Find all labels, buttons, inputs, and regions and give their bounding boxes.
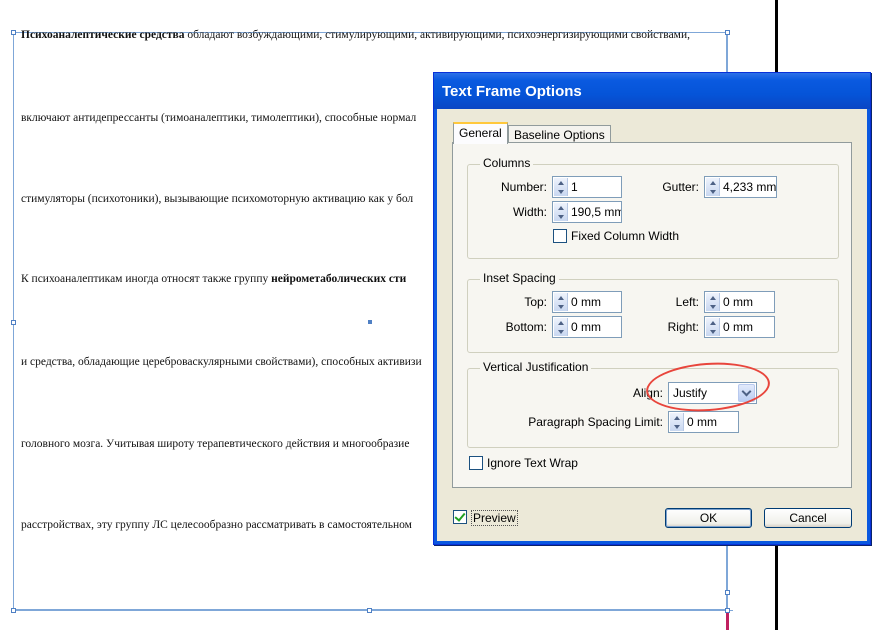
dialog-frame-right	[867, 109, 870, 544]
inset-top-label: Top:	[524, 295, 547, 309]
cancel-button[interactable]: Cancel	[764, 508, 852, 528]
gutter-value: 4,233 mm	[723, 180, 776, 194]
inset-bottom-arrows-icon[interactable]	[554, 318, 568, 336]
inset-bottom-value: 0 mm	[571, 320, 601, 334]
number-stepper-arrows-icon[interactable]	[554, 178, 568, 196]
inset-right-arrows-icon[interactable]	[706, 318, 720, 336]
width-stepper[interactable]: 190,5 mm	[552, 201, 622, 223]
fixed-column-width-checkbox[interactable]	[553, 229, 567, 243]
inset-right-label: Right:	[667, 320, 699, 334]
dialog-frame-bottom	[434, 541, 870, 544]
margin-marker	[726, 612, 729, 630]
dialog-title: Text Frame Options	[442, 83, 582, 100]
width-stepper-arrows-icon[interactable]	[554, 203, 568, 221]
inset-top-value: 0 mm	[571, 295, 601, 309]
inset-spacing-group-title: Inset Spacing	[480, 271, 559, 285]
ignore-text-wrap-checkbox[interactable]	[469, 456, 483, 470]
frame-handle-bm[interactable]	[367, 608, 372, 613]
ignore-text-wrap-label[interactable]: Ignore Text Wrap	[487, 456, 578, 470]
inset-left-value: 0 mm	[723, 295, 753, 309]
number-label: Number:	[500, 180, 547, 194]
number-stepper[interactable]: 1	[552, 176, 622, 198]
psl-arrows-icon[interactable]	[670, 413, 684, 431]
text-line-1[interactable]: Психоаналептические средства обладают во…	[21, 29, 727, 41]
frame-center-mark	[368, 320, 372, 324]
fixed-column-width-label[interactable]: Fixed Column Width	[571, 229, 679, 243]
inset-right-stepper[interactable]: 0 mm	[704, 316, 775, 338]
text-frame-options-dialog: Text Frame Options General Baseline Opti…	[433, 72, 871, 545]
inset-left-label: Left:	[675, 295, 699, 309]
frame-handle-br[interactable]	[725, 608, 730, 613]
dialog-frame-left	[434, 109, 437, 544]
frame-handle-ml[interactable]	[11, 320, 16, 325]
preview-label[interactable]: Preview	[471, 510, 518, 526]
inset-top-stepper[interactable]: 0 mm	[552, 291, 622, 313]
tab-baseline-options[interactable]: Baseline Options	[508, 125, 611, 143]
number-value: 1	[571, 180, 578, 194]
psl-value: 0 mm	[687, 415, 717, 429]
paragraph-spacing-limit-stepper[interactable]: 0 mm	[668, 411, 739, 433]
tab-panel-general: Columns Number: 1 Width: 190,5 mm Gutter…	[452, 142, 852, 488]
frame-outport[interactable]	[725, 590, 730, 595]
width-value: 190,5 mm	[571, 205, 621, 219]
vertical-justification-group-title: Vertical Justification	[480, 360, 592, 374]
frame-handle-bl[interactable]	[11, 608, 16, 613]
gutter-label: Gutter:	[662, 180, 699, 194]
inset-spacing-group	[467, 279, 839, 353]
preview-checkbox[interactable]	[453, 510, 467, 524]
ok-button[interactable]: OK	[665, 508, 752, 528]
frame-guide-bottom	[13, 610, 733, 611]
tab-general[interactable]: General	[453, 122, 508, 144]
inset-left-stepper[interactable]: 0 mm	[704, 291, 775, 313]
inset-left-arrows-icon[interactable]	[706, 293, 720, 311]
inset-right-value: 0 mm	[723, 320, 753, 334]
paragraph-spacing-limit-label: Paragraph Spacing Limit:	[528, 415, 663, 429]
inset-bottom-label: Bottom:	[505, 320, 547, 334]
gutter-stepper-arrows-icon[interactable]	[706, 178, 720, 196]
dialog-titlebar[interactable]: Text Frame Options	[434, 73, 870, 109]
width-label: Width:	[512, 205, 547, 219]
inset-bottom-stepper[interactable]: 0 mm	[552, 316, 622, 338]
columns-group-title: Columns	[480, 156, 534, 170]
inset-top-arrows-icon[interactable]	[554, 293, 568, 311]
gutter-stepper[interactable]: 4,233 mm	[704, 176, 777, 198]
frame-handle-tl[interactable]	[11, 30, 16, 35]
